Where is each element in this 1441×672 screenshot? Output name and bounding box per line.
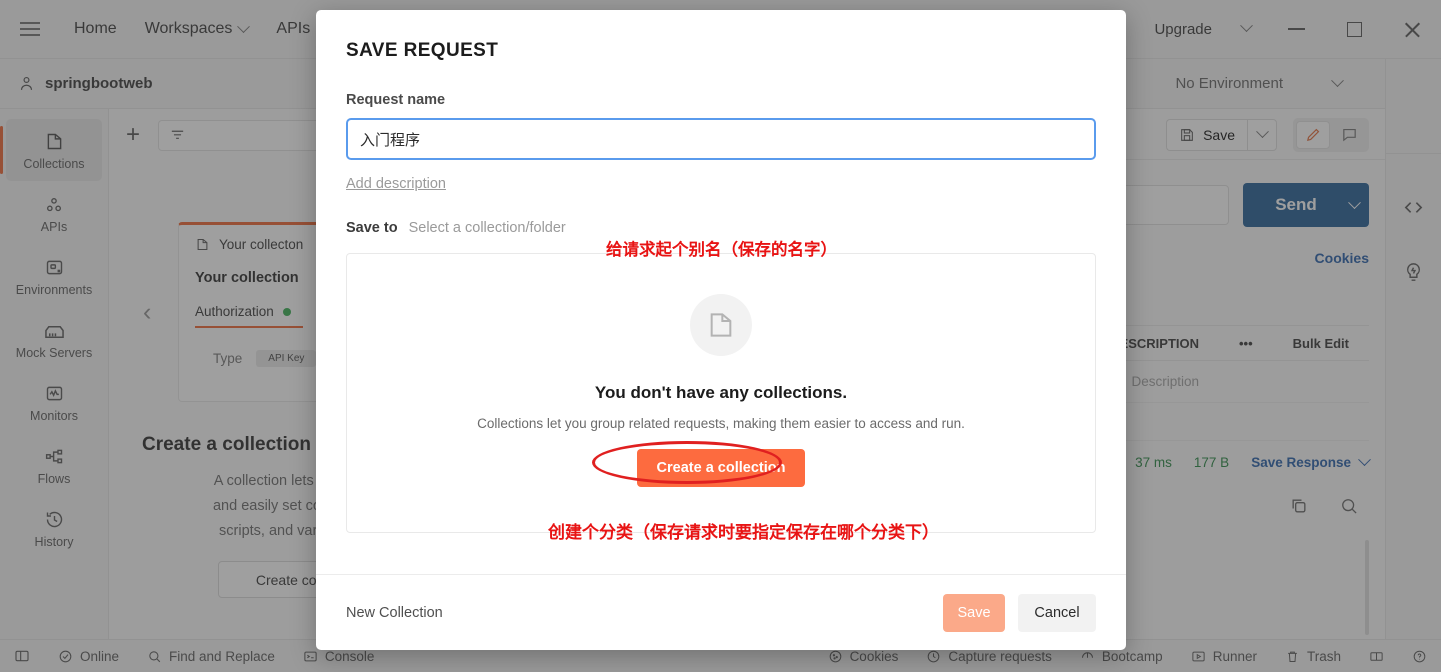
create-collection-wrap: Create a collection	[637, 449, 806, 487]
save-to-label: Save to	[346, 220, 398, 236]
empty-illustration	[690, 294, 752, 356]
annotation-create-collection: 创建个分类（保存请求时要指定保存在哪个分类下）	[548, 518, 939, 543]
folder-icon	[705, 309, 737, 341]
dialog-save-button[interactable]: Save	[943, 594, 1005, 632]
request-name-input[interactable]	[346, 118, 1096, 160]
dialog-title: SAVE REQUEST	[346, 40, 1096, 62]
empty-collections-subtext: Collections let you group related reques…	[477, 416, 965, 431]
collections-picker-panel: You don't have any collections. Collecti…	[346, 253, 1096, 533]
save-to-placeholder[interactable]: Select a collection/folder	[409, 220, 566, 236]
add-description-link[interactable]: Add description	[346, 176, 446, 192]
dialog-footer: New Collection Save Cancel	[316, 574, 1126, 650]
request-name-label: Request name	[346, 92, 1096, 108]
new-collection-label[interactable]: New Collection	[346, 605, 443, 621]
save-request-dialog: SAVE REQUEST Request name 给请求起个别名（保存的名字）…	[316, 10, 1126, 650]
dialog-body: SAVE REQUEST Request name 给请求起个别名（保存的名字）…	[316, 10, 1126, 574]
annotation-request-name: 给请求起个别名（保存的名字）	[606, 236, 837, 260]
dialog-cancel-button[interactable]: Cancel	[1018, 594, 1096, 632]
save-to-row: Save to Select a collection/folder	[346, 220, 1096, 236]
create-a-collection-button[interactable]: Create a collection	[637, 449, 806, 487]
screen: Home Workspaces APIs Upgrade	[0, 0, 1441, 672]
empty-collections-heading: You don't have any collections.	[595, 383, 847, 403]
request-name-field-wrap: 给请求起个别名（保存的名字）	[346, 118, 1096, 160]
